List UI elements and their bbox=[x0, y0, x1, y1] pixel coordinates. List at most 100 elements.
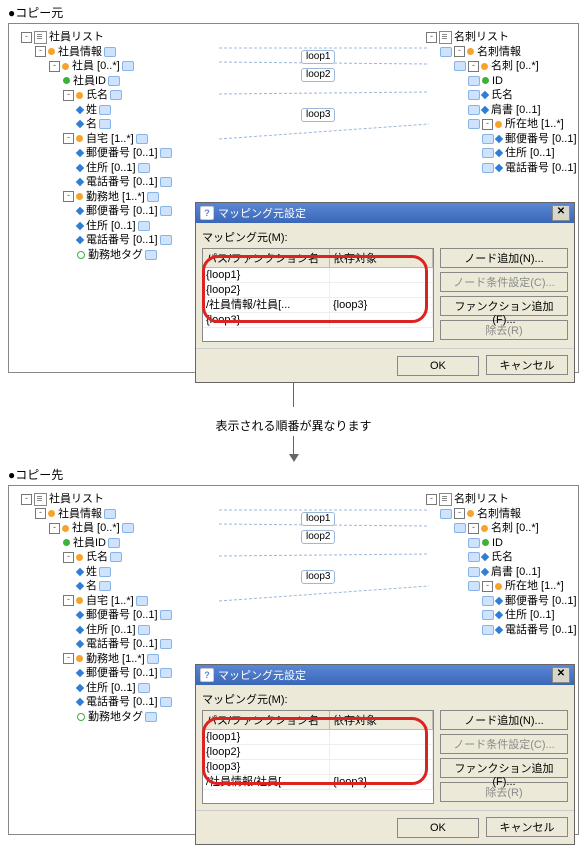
node-work[interactable]: 勤務地 [1..*] bbox=[86, 653, 145, 665]
expand-icon[interactable]: - bbox=[49, 61, 60, 72]
port-icon[interactable] bbox=[160, 668, 172, 678]
rnode-dept[interactable]: 肩書 [0..1] bbox=[491, 566, 541, 578]
rnode-tel[interactable]: 電話番号 [0..1] bbox=[505, 624, 577, 636]
expand-icon[interactable]: - bbox=[454, 46, 465, 57]
grid-cell-dep[interactable] bbox=[330, 283, 433, 297]
grid-cell-dep[interactable] bbox=[330, 268, 433, 282]
port-icon[interactable] bbox=[482, 596, 494, 606]
node-wpostal[interactable]: 郵便番号 [0..1] bbox=[86, 205, 158, 217]
port-icon[interactable] bbox=[468, 538, 480, 548]
close-icon[interactable]: ✕ bbox=[552, 667, 570, 683]
port-icon[interactable] bbox=[160, 639, 172, 649]
expand-icon[interactable]: - bbox=[21, 494, 32, 505]
port-icon[interactable] bbox=[108, 538, 120, 548]
expand-icon[interactable]: - bbox=[482, 119, 493, 130]
port-icon[interactable] bbox=[145, 712, 157, 722]
rnode-name[interactable]: 氏名 bbox=[491, 89, 513, 101]
grid-cell-path[interactable]: {loop1} bbox=[203, 268, 330, 282]
rnode-tel[interactable]: 電話番号 [0..1] bbox=[505, 162, 577, 174]
grid-cell-dep[interactable] bbox=[330, 745, 433, 759]
grid-cell-path[interactable]: {loop3} bbox=[203, 760, 330, 774]
grid-cell-dep[interactable] bbox=[330, 730, 433, 744]
port-icon[interactable] bbox=[440, 509, 452, 519]
rnode-address[interactable]: 住所 [0..1] bbox=[505, 147, 555, 159]
add-function-button[interactable]: ファンクション追加(F)... bbox=[440, 758, 568, 778]
node-home[interactable]: 自宅 [1..*] bbox=[86, 133, 134, 145]
rnode-address[interactable]: 住所 [0..1] bbox=[505, 609, 555, 621]
port-icon[interactable] bbox=[468, 90, 480, 100]
add-node-button[interactable]: ノード追加(N)... bbox=[440, 710, 568, 730]
node-l1[interactable]: 社員情報 bbox=[58, 508, 102, 520]
grid-col-path[interactable]: パス/ファンクション名 bbox=[203, 249, 330, 267]
node-first[interactable]: 名 bbox=[86, 580, 97, 592]
port-icon[interactable] bbox=[468, 76, 480, 86]
expand-icon[interactable]: - bbox=[63, 90, 74, 101]
expand-icon[interactable]: - bbox=[63, 552, 74, 563]
expand-icon[interactable]: - bbox=[468, 523, 479, 534]
node-wtel[interactable]: 電話番号 [0..1] bbox=[86, 234, 158, 246]
port-icon[interactable] bbox=[468, 105, 480, 115]
port-icon[interactable] bbox=[468, 581, 480, 591]
loop-node-3[interactable]: loop3 bbox=[301, 570, 335, 584]
port-icon[interactable] bbox=[160, 206, 172, 216]
node-wpostal[interactable]: 郵便番号 [0..1] bbox=[86, 667, 158, 679]
rnode-l1[interactable]: 名刺情報 bbox=[477, 46, 521, 58]
cancel-button[interactable]: キャンセル bbox=[486, 817, 568, 837]
grid-cell-path[interactable]: /社員情報/社員[... bbox=[203, 775, 330, 789]
port-icon[interactable] bbox=[160, 697, 172, 707]
loop-node-2[interactable]: loop2 bbox=[301, 530, 335, 544]
grid-cell-path[interactable]: {loop3} bbox=[203, 313, 330, 327]
port-icon[interactable] bbox=[482, 625, 494, 635]
port-icon[interactable] bbox=[482, 610, 494, 620]
port-icon[interactable] bbox=[104, 47, 116, 57]
node-l2[interactable]: 社員 [0..*] bbox=[72, 60, 120, 72]
port-icon[interactable] bbox=[468, 567, 480, 577]
rnode-l1[interactable]: 名刺情報 bbox=[477, 508, 521, 520]
port-icon[interactable] bbox=[454, 523, 466, 533]
expand-icon[interactable]: - bbox=[426, 32, 437, 43]
port-icon[interactable] bbox=[147, 654, 159, 664]
grid-row[interactable]: {loop2} bbox=[203, 745, 433, 760]
rnode-id[interactable]: ID bbox=[492, 75, 503, 87]
node-address[interactable]: 住所 [0..1] bbox=[86, 624, 136, 636]
port-icon[interactable] bbox=[99, 581, 111, 591]
port-icon[interactable] bbox=[440, 47, 452, 57]
node-l1[interactable]: 社員情報 bbox=[58, 46, 102, 58]
node-waddress[interactable]: 住所 [0..1] bbox=[86, 682, 136, 694]
port-icon[interactable] bbox=[122, 523, 134, 533]
grid-cell-dep[interactable]: {loop3} bbox=[330, 298, 433, 312]
node-l2[interactable]: 社員 [0..*] bbox=[72, 522, 120, 534]
grid-cell-path[interactable]: {loop1} bbox=[203, 730, 330, 744]
ok-button[interactable]: OK bbox=[397, 356, 479, 376]
expand-icon[interactable]: - bbox=[63, 133, 74, 144]
expand-icon[interactable]: - bbox=[63, 595, 74, 606]
node-waddress[interactable]: 住所 [0..1] bbox=[86, 220, 136, 232]
rnode-l2[interactable]: 名刺 [0..*] bbox=[491, 60, 539, 72]
node-name[interactable]: 氏名 bbox=[86, 551, 108, 563]
node-home[interactable]: 自宅 [1..*] bbox=[86, 595, 134, 607]
dialog-titlebar[interactable]: ? マッピング元設定 ✕ bbox=[196, 665, 574, 685]
dialog-titlebar[interactable]: ? マッピング元設定 ✕ bbox=[196, 203, 574, 223]
node-wtag[interactable]: 勤務地タグ bbox=[88, 249, 143, 261]
node-tel[interactable]: 電話番号 [0..1] bbox=[86, 638, 158, 650]
port-icon[interactable] bbox=[99, 567, 111, 577]
cancel-button[interactable]: キャンセル bbox=[486, 355, 568, 375]
rnode-id[interactable]: ID bbox=[492, 537, 503, 549]
grid-cell-dep[interactable] bbox=[330, 313, 433, 327]
loop-node-1[interactable]: loop1 bbox=[301, 512, 335, 526]
port-icon[interactable] bbox=[145, 250, 157, 260]
grid-cell-path[interactable]: /社員情報/社員[... bbox=[203, 298, 330, 312]
rnode-name[interactable]: 氏名 bbox=[491, 551, 513, 563]
port-icon[interactable] bbox=[99, 119, 111, 129]
close-icon[interactable]: ✕ bbox=[552, 205, 570, 221]
tree-right-dst[interactable]: -名刺リスト -名刺情報 -名刺 [0..*] ID 氏名 肩書 [0..1] … bbox=[426, 492, 566, 637]
mapping-grid-dst[interactable]: パス/ファンクション名 依存対象 {loop1}{loop2}{loop3}/社… bbox=[202, 710, 434, 804]
grid-cell-dep[interactable] bbox=[330, 760, 433, 774]
port-icon[interactable] bbox=[482, 134, 494, 144]
port-icon[interactable] bbox=[138, 683, 150, 693]
mapping-grid-src[interactable]: パス/ファンクション名 依存対象 {loop1}{loop2}/社員情報/社員[… bbox=[202, 248, 434, 342]
node-last[interactable]: 姓 bbox=[86, 566, 97, 578]
expand-icon[interactable]: - bbox=[454, 508, 465, 519]
rnode-postal[interactable]: 郵便番号 [0..1] bbox=[505, 133, 577, 145]
port-icon[interactable] bbox=[160, 235, 172, 245]
